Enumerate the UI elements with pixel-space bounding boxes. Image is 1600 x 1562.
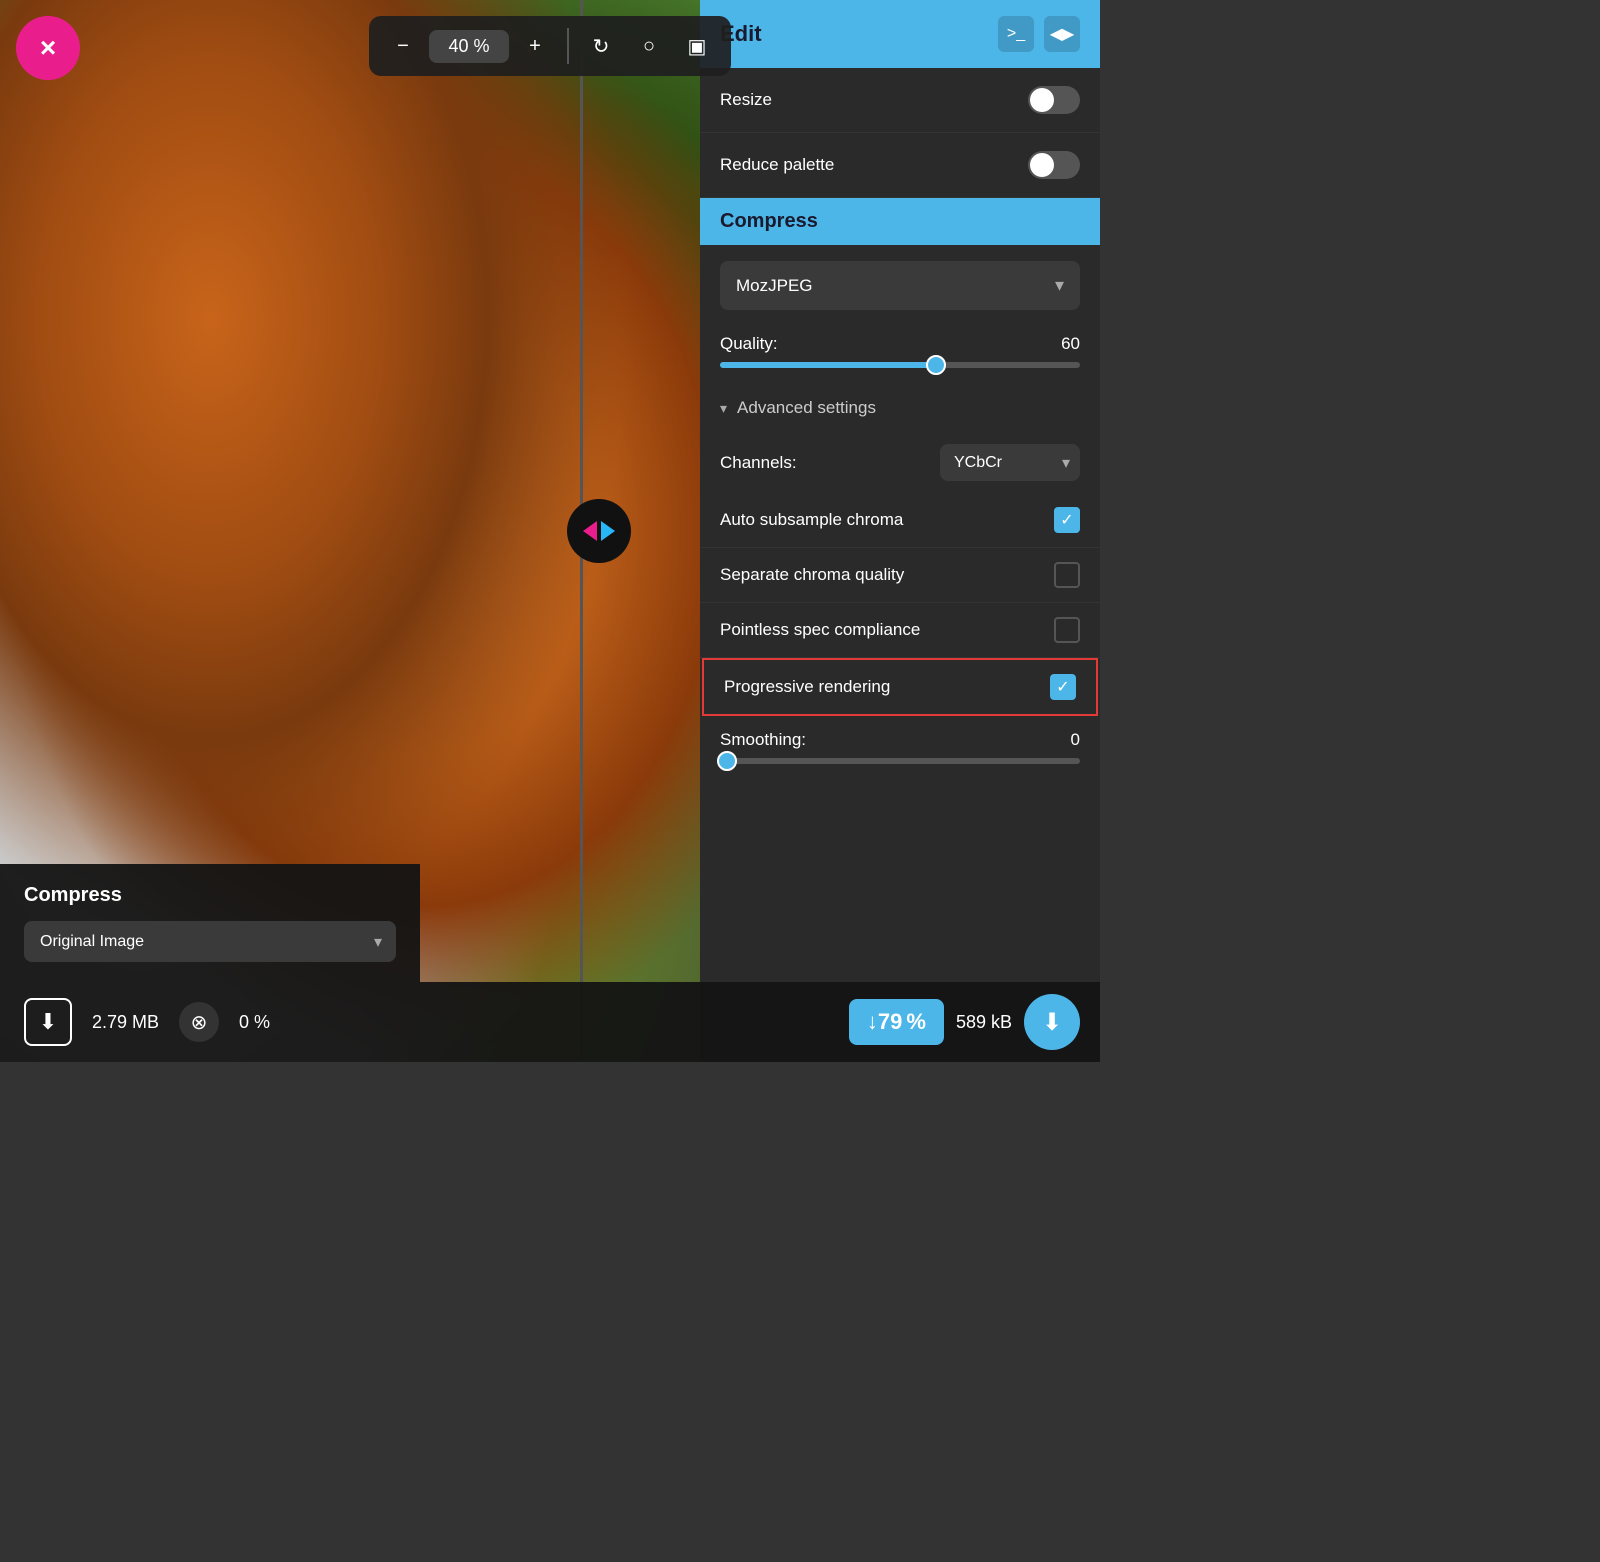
channels-label: Channels: (720, 453, 797, 473)
pointless-spec-row: Pointless spec compliance (700, 603, 1100, 658)
zoom-in-button[interactable]: + (513, 24, 557, 68)
codec-chevron-icon: ▾ (1055, 275, 1064, 296)
edit-header: Edit >_ ◀▶ (700, 0, 1100, 68)
resize-toggle[interactable] (1028, 86, 1080, 114)
layout-icon: ▣ (688, 34, 707, 59)
file-size-text: 2.79 MB (92, 1012, 159, 1033)
codec-selector[interactable]: MozJPEG ▾ (720, 261, 1080, 310)
percent-text: 0 % (239, 1012, 270, 1033)
edit-header-icons: >_ ◀▶ (998, 16, 1080, 52)
channels-select[interactable]: YCbCr Greyscale RGB (940, 444, 1080, 481)
auto-subsample-checkbox[interactable]: ✓ (1054, 507, 1080, 533)
compress-section-title: Compress (720, 210, 818, 232)
smoothing-slider-track[interactable] (720, 758, 1080, 764)
smoothing-row: Smoothing: 0 (700, 716, 1100, 754)
zoom-out-button[interactable]: − (381, 24, 425, 68)
right-panel: Edit >_ ◀▶ Resize Reduce palette Compres… (700, 0, 1100, 1062)
rotate-icon: ↻ (593, 34, 610, 59)
compare-handle[interactable] (567, 499, 631, 563)
reduce-palette-toggle[interactable] (1028, 151, 1080, 179)
auto-subsample-row: Auto subsample chroma ✓ (700, 493, 1100, 548)
rotate-button[interactable]: ↻ (579, 24, 623, 68)
pointless-spec-label: Pointless spec compliance (720, 620, 920, 640)
compression-percent-symbol: % (906, 1009, 926, 1035)
smoothing-slider-thumb[interactable] (717, 751, 737, 771)
pointless-spec-checkbox[interactable] (1054, 617, 1080, 643)
download-button[interactable]: ⬇ (1024, 994, 1080, 1050)
quality-slider-row (700, 358, 1100, 384)
advanced-settings-row[interactable]: ▾ Advanced settings (700, 384, 1100, 432)
circle-icon: ○ (643, 35, 655, 58)
quality-slider-thumb[interactable] (926, 355, 946, 375)
quality-label: Quality: (720, 334, 778, 354)
right-arrow-icon (601, 521, 615, 541)
quality-slider-track[interactable] (720, 362, 1080, 368)
resize-toggle-knob (1030, 88, 1054, 112)
circle-button[interactable]: ○ (627, 24, 671, 68)
plus-icon: + (529, 35, 541, 58)
reduce-palette-label: Reduce palette (720, 155, 834, 175)
left-arrow-icon (583, 521, 597, 541)
reduce-palette-knob (1030, 153, 1054, 177)
original-image-select-wrapper: Original Image (24, 921, 396, 962)
bottom-compress-panel: Compress Original Image (0, 864, 420, 982)
download-btn-icon: ⬇ (1042, 1008, 1062, 1037)
arrow-icon-button[interactable]: ◀▶ (1044, 16, 1080, 52)
close-icon: × (40, 32, 56, 64)
zoom-display: 40 % (429, 30, 509, 63)
auto-subsample-label: Auto subsample chroma (720, 510, 903, 530)
layout-button[interactable]: ▣ (675, 24, 719, 68)
compressed-file-size: 589 kB (956, 1012, 1012, 1033)
download-icon-box: ⬇ (24, 998, 72, 1046)
compression-percent: ↓79 (867, 1009, 902, 1035)
progressive-rendering-label: Progressive rendering (724, 677, 890, 697)
progressive-rendering-row: Progressive rendering ✓ (702, 658, 1098, 716)
codec-label: MozJPEG (736, 276, 813, 296)
arrow-icon: ◀▶ (1050, 24, 1075, 44)
resize-label: Resize (720, 90, 772, 110)
smoothing-value: 0 (1071, 730, 1080, 750)
compress-icon: ⊗ (179, 1002, 219, 1042)
resize-row: Resize (700, 68, 1100, 133)
progressive-rendering-checkbox[interactable]: ✓ (1050, 674, 1076, 700)
top-toolbar: − 40 % + ↻ ○ ▣ (369, 16, 731, 76)
smoothing-slider-row (700, 754, 1100, 780)
zoom-unit: % (469, 36, 490, 56)
separate-chroma-checkbox[interactable] (1054, 562, 1080, 588)
minus-icon: − (397, 35, 409, 58)
smoothing-label: Smoothing: (720, 730, 806, 750)
separate-chroma-row: Separate chroma quality (700, 548, 1100, 603)
code-icon-button[interactable]: >_ (998, 16, 1034, 52)
quality-slider-fill (720, 362, 936, 368)
quality-row: Quality: 60 (700, 326, 1100, 358)
code-icon: >_ (1007, 25, 1025, 43)
quality-value: 60 (1061, 334, 1080, 354)
compression-badge: ↓79% (849, 999, 944, 1045)
channels-row: Channels: YCbCr Greyscale RGB ▾ (700, 432, 1100, 493)
bottom-right-bar: ↓79% 589 kB ⬇ (700, 982, 1100, 1062)
close-button[interactable]: × (16, 16, 80, 80)
bottom-compress-title: Compress (24, 884, 396, 907)
channels-select-wrapper: YCbCr Greyscale RGB ▾ (940, 444, 1080, 481)
separate-chroma-label: Separate chroma quality (720, 565, 904, 585)
reduce-palette-row: Reduce palette (700, 133, 1100, 198)
bottom-left-info-bar: ⬇ 2.79 MB ⊗ 0 % (0, 982, 700, 1062)
zoom-value: 40 (448, 36, 468, 56)
chevron-down-icon: ▾ (720, 400, 727, 417)
advanced-settings-label: Advanced settings (737, 398, 876, 418)
compress-section-header: Compress (700, 198, 1100, 245)
toolbar-divider (567, 28, 569, 64)
download-icon: ⬇ (39, 1009, 57, 1035)
original-image-select[interactable]: Original Image (24, 921, 396, 962)
